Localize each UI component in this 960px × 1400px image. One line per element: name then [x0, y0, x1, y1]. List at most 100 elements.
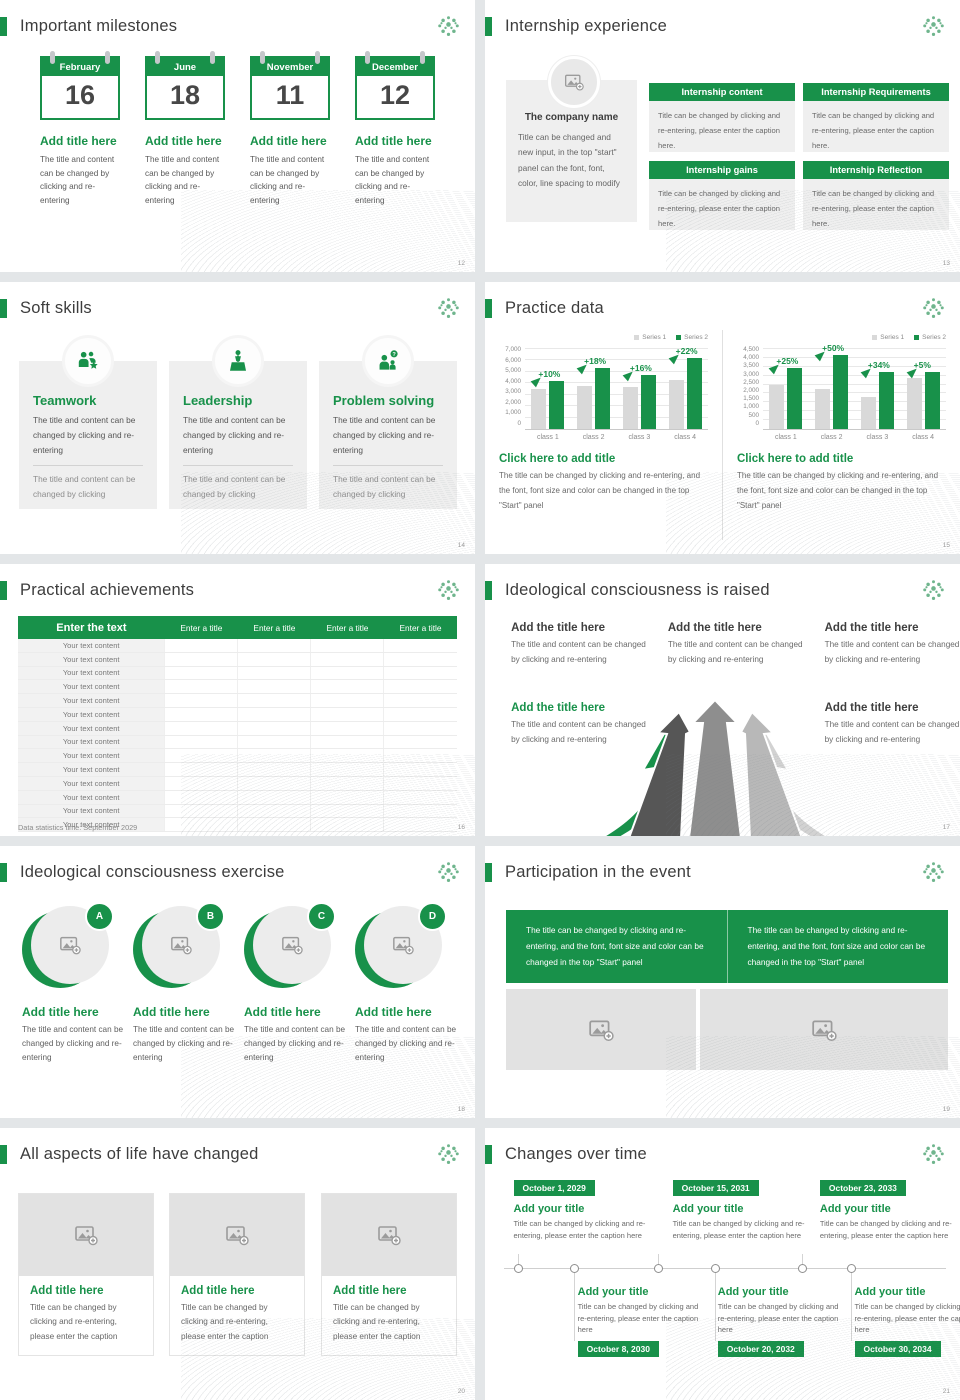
box-body: Title can be changed by clicking and re-… [649, 179, 795, 230]
slide-title: Changes over time [505, 1145, 647, 1163]
title-accent-bar [0, 1145, 7, 1164]
category-label: class 3 [628, 434, 651, 441]
photo-placeholder [170, 1194, 304, 1276]
letter-badge: D [418, 902, 447, 931]
page-number: 19 [942, 1106, 950, 1113]
event-body: Title can be changed by clicking and re-… [577, 1302, 699, 1335]
timeline-connector [573, 1269, 575, 1341]
slide-participation[interactable]: Participation in the event The title can… [485, 846, 960, 1118]
legend-item: Series 1 [634, 334, 666, 341]
series1-bar [577, 386, 593, 429]
series2-bar: +10% [530, 369, 565, 429]
milestone-body: The title and content can be changed by … [40, 155, 115, 205]
letter-badge: C [307, 902, 336, 931]
box-body: Title can be changed by clicking and re-… [803, 179, 949, 230]
category-label: class 1 [774, 434, 797, 441]
photo-circle: B [133, 902, 225, 990]
category-label: class 3 [866, 434, 889, 441]
table-header: Enter a title [164, 616, 238, 639]
image-placeholder-icon [811, 1017, 837, 1043]
banner-text-right: The title can be changed by clicking and… [726, 910, 949, 983]
title-accent-bar [485, 17, 492, 36]
table-row: Your text content [18, 721, 457, 736]
milestone-title: Add title here [40, 134, 117, 148]
timeline-event: Add your title Title can be changed by c… [577, 1286, 706, 1357]
slide-practical-achievements[interactable]: Practical achievements Enter the text Ent… [0, 564, 475, 836]
card-body: Title can be changed by clicking and re-… [30, 1303, 118, 1341]
slide-changes-over-time[interactable]: Changes over time October 1, 2029 Add yo… [485, 1128, 960, 1400]
exercise-item: B Add title here The title and content c… [133, 902, 235, 1065]
box-header: Internship content [649, 83, 795, 101]
life-card: Add title here Title can be changed by c… [321, 1193, 457, 1356]
slide-consciousness-exercise[interactable]: Ideological consciousness exercise A Add… [0, 846, 475, 1118]
growth-percent-label: +16% [629, 362, 652, 373]
box-header: Internship gains [649, 161, 795, 179]
slide-important-milestones[interactable]: Important milestones February 16 Add tit… [0, 0, 475, 272]
page-number: 15 [942, 542, 950, 549]
skill-name: Leadership [183, 393, 253, 408]
milestone-title: Add title here [145, 134, 222, 148]
timeline-event: October 23, 2033 Add your title Title ca… [819, 1178, 953, 1241]
calendar-icon: December 12 [355, 51, 435, 120]
box-header: Internship Reflection [803, 161, 949, 179]
table-row: Your text content [18, 679, 457, 695]
date-badge: October 8, 2030 [577, 1340, 659, 1357]
school-crest-icon [920, 13, 947, 40]
photo-circle: D [355, 902, 447, 990]
problem-solving-icon: ? [365, 338, 411, 384]
category-label: class 4 [912, 434, 935, 441]
timeline-event: Add your title Title can be changed by c… [854, 1286, 960, 1357]
item-body: The title and content can be changed by … [355, 1025, 457, 1062]
title-accent-bar [485, 1145, 492, 1164]
growth-percent-label: +18% [584, 356, 607, 367]
banner-text-left: The title can be changed by clicking and… [526, 925, 704, 967]
series1-bar [769, 385, 785, 429]
leadership-icon [215, 338, 261, 384]
block-title: Add the title here [667, 622, 762, 634]
skill-card: Leadership The title and content can be … [169, 338, 307, 509]
internship-box: Internship content Title can be changed … [649, 83, 795, 152]
series2-bar: +25% [768, 356, 803, 429]
growth-percent-label: +22% [675, 346, 698, 357]
chart-panel-right: Series 1 Series 2 4,500 4,000 3,500 3,000 2,50… [722, 330, 960, 540]
legend-item: Series 1 [872, 334, 904, 341]
skill-card: Teamwork The title and content can be ch… [19, 338, 157, 509]
timeline-node [710, 1264, 720, 1273]
photo-circle: C [244, 902, 336, 990]
category-label: class 2 [820, 434, 843, 441]
slide-consciousness-raised[interactable]: Ideological consciousness is raised Add … [485, 564, 960, 836]
series1-bar [860, 397, 876, 429]
slide-life-changed[interactable]: All aspects of life have changed Add tit… [0, 1128, 475, 1400]
event-title: Add your title [854, 1286, 926, 1298]
category-label: class 1 [536, 434, 559, 441]
timeline-connector [714, 1269, 716, 1341]
event-body: Title can be changed by clicking and re-… [672, 1219, 805, 1240]
milestone-card: November 11 Add title here The title and… [250, 51, 330, 207]
series1-bar [668, 379, 684, 429]
slide-title: Important milestones [20, 17, 178, 35]
slide-practice-data[interactable]: Practice data Series 1 Series 2 7,000 6,000… [485, 282, 960, 554]
item-body: The title and content can be changed by … [22, 1025, 124, 1062]
page-number: 17 [942, 824, 950, 831]
skill-body-top: The title and content can be changed by … [333, 415, 436, 455]
series2-bar: +18% [576, 356, 611, 429]
converging-roads-graphic [602, 698, 829, 836]
block-body: The title and content can be changed by … [824, 720, 960, 744]
slide-title: Practical achievements [20, 581, 195, 599]
exercise-item: C Add title here The title and content c… [244, 902, 346, 1065]
page-number: 20 [457, 1388, 465, 1395]
event-title: Add your title [672, 1203, 744, 1215]
series1-bar [815, 389, 831, 429]
bar-group: +16% [617, 349, 663, 429]
skill-body-bottom: The title and content can be changed by … [33, 473, 136, 499]
card-title: Add title here [30, 1285, 104, 1297]
milestone-body: The title and content can be changed by … [355, 155, 430, 205]
slide-title: Participation in the event [505, 863, 691, 881]
slide-internship-experience[interactable]: Internship experience The company name T… [485, 0, 960, 272]
growth-percent-label: +34% [867, 360, 890, 371]
skill-body-top: The title and content can be changed by … [183, 415, 286, 455]
timeline-node [847, 1264, 857, 1273]
legend-item: Series 2 [676, 334, 708, 341]
slide-soft-skills[interactable]: Soft skills Teamwork The title and conte… [0, 282, 475, 554]
company-body: Title can be changed and new input, in t… [518, 132, 620, 189]
